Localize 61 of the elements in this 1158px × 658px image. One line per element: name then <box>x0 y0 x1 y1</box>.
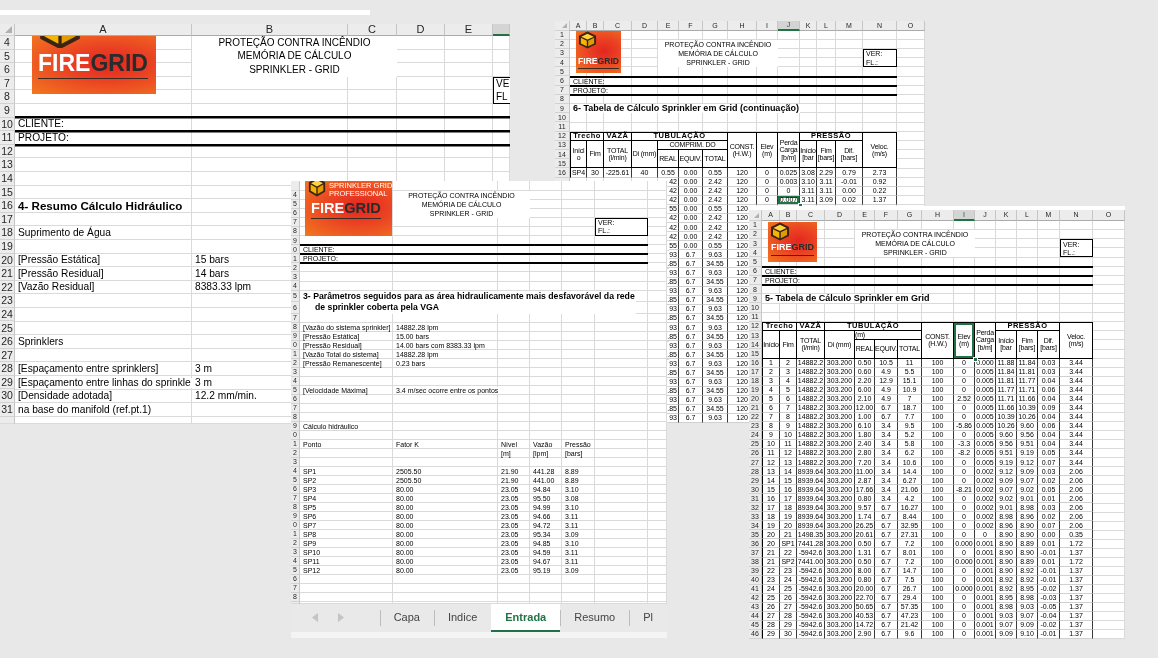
column-header[interactable]: C <box>348 24 397 36</box>
row-header[interactable]: 25 <box>0 321 15 336</box>
row-header[interactable]: 21 <box>0 267 15 281</box>
row-label: [Espaçamento entre sprinklers] <box>15 363 160 375</box>
row-header[interactable]: 31 <box>0 403 15 417</box>
triangle-icon <box>5 26 12 33</box>
select-all-button[interactable] <box>749 210 762 221</box>
page-label: FL <box>495 90 509 103</box>
row-label: [Espaçamento entre linhas do sprinkle <box>15 377 192 388</box>
row-value: 15 bars <box>192 255 230 266</box>
row-value: 12.2 mm/min. <box>192 391 258 402</box>
logo-text: FIREGRID <box>771 243 814 257</box>
logo-text: FIREGRID <box>578 56 620 70</box>
cube-icon <box>578 30 597 49</box>
row-header[interactable]: 30 <box>0 389 15 404</box>
version-label: VE <box>495 77 510 91</box>
row-label: [Pressão Residual] <box>15 268 105 279</box>
sheet-title: SPRINKLER - GRID <box>192 63 397 77</box>
row-value: 3 m <box>192 377 213 388</box>
logo-text: FIREGRID <box>311 200 381 220</box>
column-header[interactable]: A <box>15 24 192 36</box>
fill-handle[interactable] <box>973 356 978 362</box>
field-label: CLIENTE: <box>17 119 65 130</box>
logo-text: FIREGRID <box>38 52 148 79</box>
row-value: 14 bars <box>192 268 230 279</box>
row-header[interactable]: 16 <box>0 199 15 213</box>
section-heading: 6- Tabela de Cálculo Sprinkler em Grid (continuação) <box>570 104 800 114</box>
row-header[interactable]: 23 <box>0 294 15 308</box>
section-heading: 5- Tabela de Cálculo Sprinkler em Grid <box>762 294 931 304</box>
row-header[interactable]: 18 <box>0 226 15 240</box>
sheet-title: PROTEÇÃO CONTRA INCÊNDIO <box>192 36 397 50</box>
column-header[interactable] <box>493 24 510 36</box>
row-label: [Vazão Residual] <box>15 282 96 293</box>
row-header[interactable]: 26 <box>0 335 15 349</box>
row-header[interactable]: 4 <box>0 36 15 50</box>
cube-icon <box>38 36 82 48</box>
triangle-icon <box>754 212 759 218</box>
row-header[interactable]: 6 <box>0 63 15 77</box>
row-label: [Pressão Estática] <box>15 255 102 266</box>
column-header[interactable]: E <box>445 24 493 36</box>
sheet-tab[interactable]: Entrada <box>491 603 561 632</box>
row-header[interactable]: 11 <box>0 131 15 145</box>
select-all-button[interactable] <box>555 20 570 31</box>
column-header[interactable]: D <box>397 24 445 36</box>
triangle-icon <box>562 22 567 28</box>
cube-icon <box>770 222 790 242</box>
section-heading: 3- Parâmetros seguidos para as área hidraulicamente mais desfavorável da rede de sprinkler coberta pela VGA <box>300 290 636 314</box>
select-all-button[interactable] <box>0 24 15 36</box>
row-header[interactable]: 8 <box>0 90 15 104</box>
row-label: [Densidade adotada] <box>15 391 114 402</box>
row-header[interactable]: 13 <box>0 158 15 172</box>
cube-icon <box>308 181 326 197</box>
column-header[interactable]: B <box>192 24 348 36</box>
row-header[interactable]: 28 <box>0 362 15 376</box>
row-value: 8383.33 lpm <box>192 282 253 293</box>
row-label: Suprimento de Água <box>15 228 112 239</box>
row-label: na base do manifold (ref.pt.1) <box>15 404 153 415</box>
field-label: PROJETO: <box>17 132 70 144</box>
section-heading: 4- Resumo Cálculo Hidráulico <box>15 200 184 212</box>
row-value: 3 m <box>192 363 213 375</box>
row-label: Sprinklers <box>15 336 65 347</box>
